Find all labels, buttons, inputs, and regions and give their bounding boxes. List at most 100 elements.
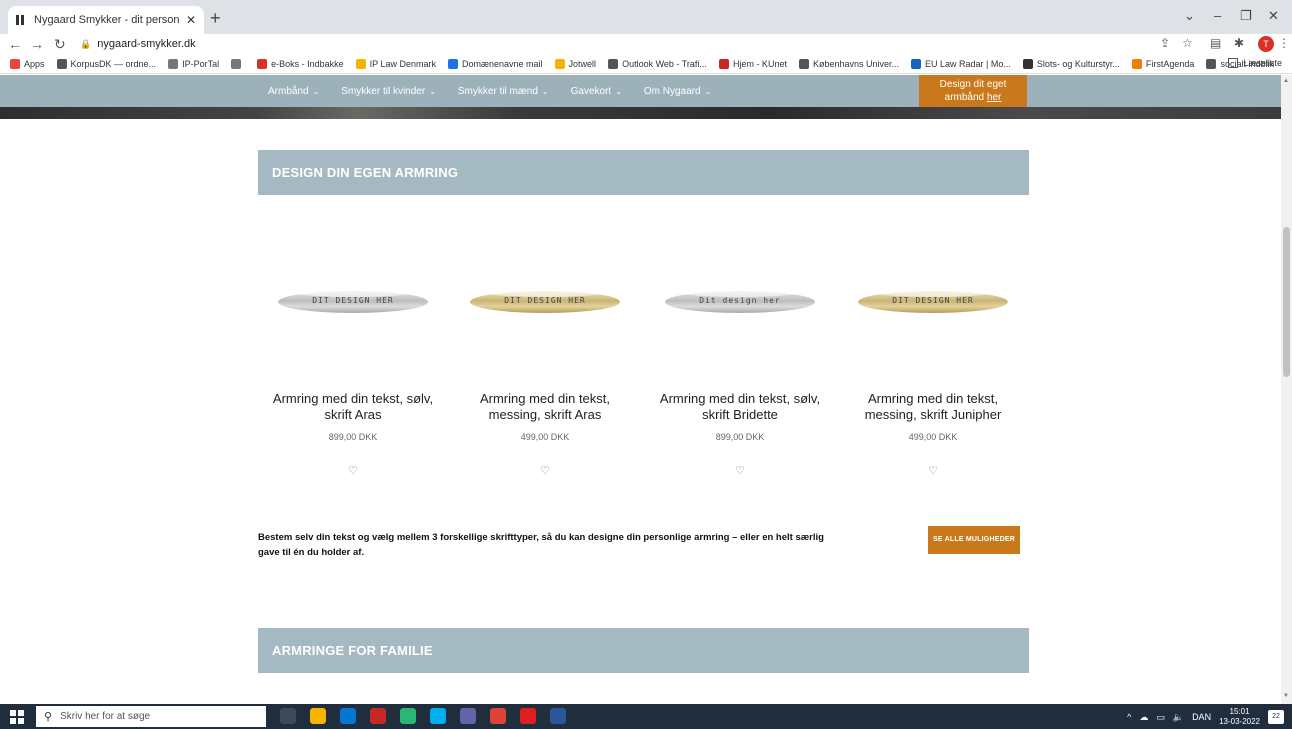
nav-item[interactable]: Om Nygaard ⌄	[644, 86, 711, 97]
browser-tab[interactable]: Nygaard Smykker - dit personlig ✕	[8, 6, 204, 34]
volume-icon[interactable]: 🔈	[1173, 712, 1184, 723]
new-tab-button[interactable]: +	[210, 8, 221, 28]
bookmark-item[interactable]	[231, 58, 245, 69]
chevron-down-icon: ⌄	[312, 86, 320, 96]
bookmark-item[interactable]: Outlook Web - Trafi...	[608, 58, 707, 69]
product-card[interactable]: Dit design her Armring med din tekst, søl…	[655, 285, 825, 477]
bookmark-label: IP Law Denmark	[369, 58, 436, 69]
file-explorer-icon[interactable]	[310, 708, 326, 724]
product-title[interactable]: Armring med din tekst, messing, skrift A…	[460, 391, 630, 423]
bookmark-star-icon[interactable]: ☆	[1182, 36, 1193, 50]
product-price: 899,00 DKK	[328, 432, 378, 442]
wishlist-heart-icon[interactable]: ♡	[460, 464, 630, 477]
address-bar[interactable]: 🔒 nygaard-smykker.dk	[80, 35, 1172, 53]
product-title[interactable]: Armring med din tekst, sølv, skrift Aras	[268, 391, 438, 423]
product-engraving: DIT DESIGN HER	[504, 296, 586, 305]
product-image[interactable]: DIT DESIGN HER	[278, 285, 428, 319]
bookmark-item[interactable]: Københavns Univer...	[798, 58, 899, 69]
nav-item[interactable]: Gavekort ⌄	[571, 86, 622, 97]
close-tab-icon[interactable]: ✕	[186, 13, 196, 27]
bookmark-item[interactable]: Apps	[10, 58, 45, 69]
nav-item[interactable]: Smykker til kvinder ⌄	[341, 86, 436, 97]
skype-icon[interactable]	[430, 708, 446, 724]
bookmark-item[interactable]: EU Law Radar | Mo...	[911, 58, 1011, 69]
nav-item[interactable]: Armbånd ⌄	[268, 86, 319, 97]
nav-item[interactable]: Smykker til mænd ⌄	[458, 86, 549, 97]
bookmark-label: KorpusDK — ordne...	[70, 58, 157, 69]
share-icon[interactable]: ⇪	[1160, 36, 1170, 50]
section-heading-family: ARMRINGE FOR FAMILIE	[258, 628, 1029, 673]
chevron-down-icon: ⌄	[615, 86, 622, 96]
bookmark-favicon-icon	[56, 58, 67, 69]
search-icon: ⚲	[44, 711, 53, 723]
bookmark-item[interactable]: IP-PorTal	[168, 58, 219, 69]
see-all-options-button[interactable]: SE ALLE MULIGHEDER	[928, 526, 1020, 554]
bookmark-favicon-icon	[798, 58, 809, 69]
scrollbar-thumb[interactable]	[1283, 227, 1290, 377]
product-card[interactable]: DIT DESIGN HER Armring med din tekst, mes…	[848, 285, 1018, 477]
page-scrollbar[interactable]: ▲ ▼	[1281, 75, 1292, 704]
reading-mode-icon[interactable]: ▤	[1210, 36, 1221, 50]
browser-toolbar: ← → ↻ 🔒 nygaard-smykker.dk ⇪ ☆ ▤ ✱ T ⋮	[0, 34, 1292, 54]
reading-list-button[interactable]: Læseliste	[1228, 58, 1282, 68]
cta-here-link[interactable]: her	[987, 92, 1001, 103]
product-title[interactable]: Armring med din tekst, messing, skrift J…	[848, 391, 1018, 423]
menu-icon[interactable]: ⋮	[1278, 36, 1290, 50]
wishlist-heart-icon[interactable]: ♡	[655, 464, 825, 477]
forward-button[interactable]: →	[30, 35, 44, 53]
minimize-button[interactable]: –	[1214, 8, 1221, 23]
wishlist-heart-icon[interactable]: ♡	[268, 464, 438, 477]
clock-date: 13-03-2022	[1219, 717, 1260, 726]
outlook-icon[interactable]	[340, 708, 356, 724]
taskbar-search-box[interactable]: ⚲ Skriv her for at søge	[36, 706, 266, 727]
edge-icon[interactable]	[400, 708, 416, 724]
language-indicator[interactable]: DAN	[1192, 712, 1211, 722]
bookmark-favicon-icon	[231, 58, 242, 69]
app-icon-red[interactable]	[370, 708, 386, 724]
scroll-down-icon[interactable]: ▼	[1283, 693, 1289, 699]
bookmark-item[interactable]: Slots- og Kulturstyr...	[1022, 58, 1120, 69]
bookmark-item[interactable]: Hjem - KUnet	[718, 58, 787, 69]
chevron-down-icon: ⌄	[704, 86, 712, 96]
product-image[interactable]: Dit design her	[665, 285, 815, 319]
acrobat-icon[interactable]	[520, 708, 536, 724]
bookmark-favicon-icon	[168, 58, 179, 69]
product-card[interactable]: DIT DESIGN HER Armring med din tekst, søl…	[268, 285, 438, 477]
bookmark-item[interactable]: FirstAgenda	[1131, 58, 1194, 69]
system-tray: ^ ☁ ▭ 🔈 DAN 15:01 13-03-2022 22	[1127, 707, 1284, 727]
bookmark-label: Slots- og Kulturstyr...	[1036, 58, 1120, 69]
wishlist-heart-icon[interactable]: ♡	[848, 464, 1018, 477]
bookmark-item[interactable]: Jotwell	[554, 58, 596, 69]
tray-chevron-icon[interactable]: ^	[1127, 712, 1131, 722]
clock[interactable]: 15:01 13-03-2022	[1219, 707, 1260, 727]
profile-avatar[interactable]: T	[1258, 36, 1274, 52]
tab-search-icon[interactable]: ⌄	[1184, 8, 1195, 24]
windows-start-icon[interactable]	[10, 710, 24, 724]
scroll-up-icon[interactable]: ▲	[1283, 78, 1289, 84]
design-your-bracelet-banner[interactable]: Design dit eget armbånd her	[919, 75, 1027, 107]
teams-icon[interactable]	[460, 708, 476, 724]
extensions-icon[interactable]: ✱	[1234, 36, 1244, 50]
onedrive-icon[interactable]: ☁	[1139, 712, 1148, 723]
product-image[interactable]: DIT DESIGN HER	[470, 285, 620, 319]
bookmark-favicon-icon	[10, 58, 20, 69]
notification-center-button[interactable]: 22	[1268, 710, 1284, 724]
network-icon[interactable]: ▭	[1156, 712, 1165, 723]
maximize-button[interactable]: ❐	[1240, 8, 1252, 24]
bookmark-item[interactable]: IP Law Denmark	[355, 58, 436, 69]
bookmark-item[interactable]: Domænenavne mail	[448, 58, 543, 69]
bookmark-item[interactable]: KorpusDK — ordne...	[56, 58, 157, 69]
product-image[interactable]: DIT DESIGN HER	[858, 285, 1008, 319]
task-view-icon[interactable]	[280, 708, 296, 724]
reload-button[interactable]: ↻	[54, 35, 66, 53]
product-card[interactable]: DIT DESIGN HER Armring med din tekst, mes…	[460, 285, 630, 477]
bookmark-label: Apps	[24, 58, 45, 69]
close-window-button[interactable]: ✕	[1268, 8, 1279, 24]
word-icon[interactable]	[550, 708, 566, 724]
back-button[interactable]: ←	[8, 35, 22, 53]
product-title[interactable]: Armring med din tekst, sølv, skrift Brid…	[655, 391, 825, 423]
chrome-icon[interactable]	[490, 708, 506, 724]
url-text: nygaard-smykker.dk	[97, 38, 196, 50]
bookmark-item[interactable]: e-Boks - Indbakke	[257, 58, 344, 69]
browser-tabstrip: Nygaard Smykker - dit personlig ✕ + ⌄ – …	[0, 0, 1292, 34]
